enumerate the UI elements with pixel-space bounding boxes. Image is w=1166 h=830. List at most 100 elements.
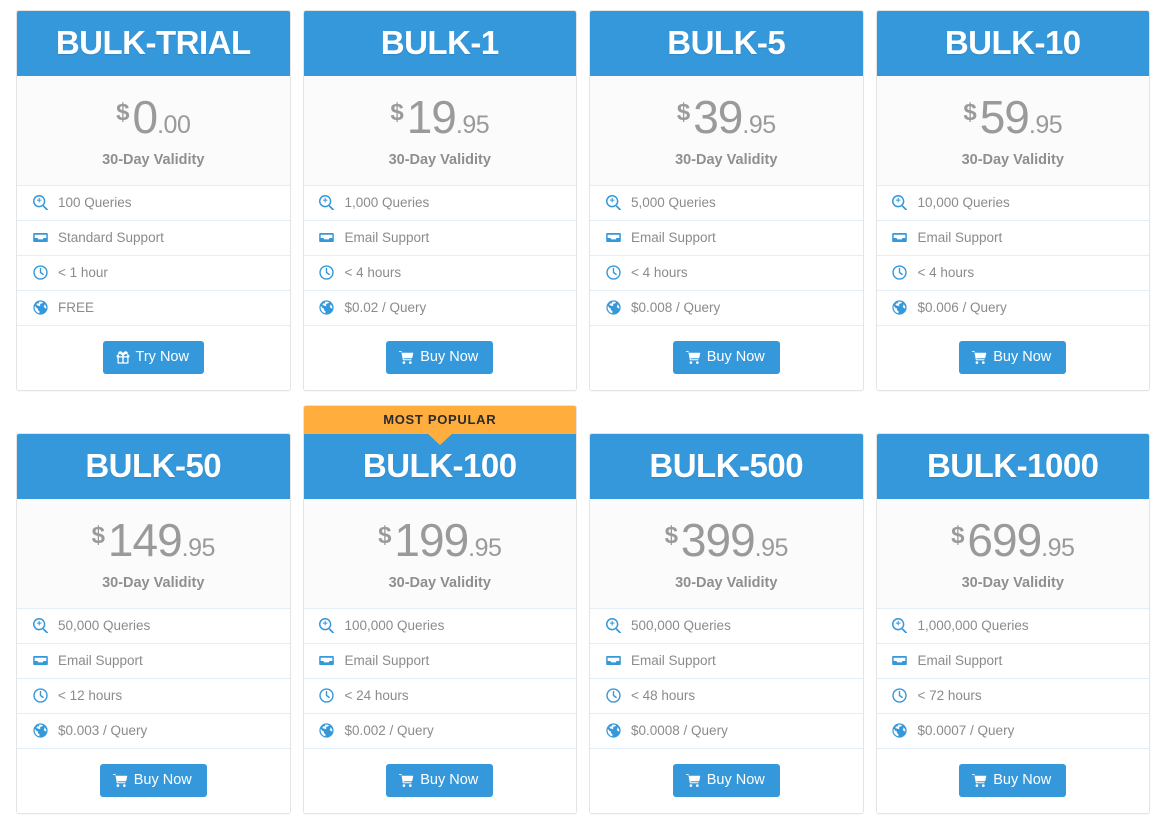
plan-feature-label: Email Support [58, 653, 143, 669]
pricing-column: BULK-1000 $699.95 30-Day Validity 1,000,000… [870, 391, 1157, 815]
buy-now-button[interactable]: Buy Now [672, 763, 780, 798]
plan-feature-label: Email Support [344, 653, 430, 669]
plan-feature-row: Email Support [590, 221, 863, 256]
buy-now-button[interactable]: Buy Now [386, 340, 494, 375]
price-currency: $ [91, 521, 105, 549]
pricing-card-bulk-50: BULK-50 $149.95 30-Day Validity 50,000 Quer… [16, 433, 291, 815]
price-currency: $ [390, 98, 404, 126]
plan-feature-label: Email Support [344, 230, 430, 246]
plan-feature-row: 500,000 Queries [590, 609, 863, 644]
plan-feature-list: 100,000 Queries Email Support < 24 hours $0… [303, 609, 576, 749]
plan-title: BULK-10 [876, 11, 1149, 76]
plan-feature-list: 1,000,000 Queries Email Support < 72 hours… [876, 609, 1149, 749]
shopping-cart-icon [399, 773, 414, 788]
clock-icon [890, 265, 910, 280]
plan-feature-list: 50,000 Queries Email Support < 12 hours $0.… [17, 609, 290, 749]
search-plus-icon [890, 195, 910, 211]
plan-feature-row: FREE [17, 291, 290, 326]
plan-feature-label: FREE [58, 300, 95, 316]
plan-feature-row: Email Support [876, 644, 1149, 679]
price-currency: $ [116, 98, 130, 126]
plan-validity: 30-Day Validity [102, 151, 205, 168]
plan-feature-row: $0.002 / Query [303, 714, 576, 749]
buy-now-button[interactable]: Buy Now [386, 763, 494, 798]
plan-feature-row: < 4 hours [303, 256, 576, 291]
try-now-button[interactable]: Try Now [102, 340, 204, 375]
plan-title: BULK-1 [303, 11, 576, 76]
price-integer: 19 [406, 90, 457, 143]
plan-feature-row: 50,000 Queries [17, 609, 290, 644]
cta-label: Buy Now [133, 771, 192, 788]
price-decimal: .95 [468, 533, 502, 562]
plan-feature-row: $0.0008 / Query [590, 714, 863, 749]
plan-feature-row: 1,000,000 Queries [876, 609, 1149, 644]
price-integer: 0 [132, 90, 159, 143]
buy-now-button[interactable]: Buy Now [959, 340, 1067, 375]
plan-feature-row: Email Support [303, 644, 576, 679]
plan-footer: Buy Now [303, 325, 576, 391]
plan-feature-label: $0.003 / Query [58, 723, 148, 739]
plan-feature-list: 5,000 Queries Email Support < 4 hours $0.00… [590, 186, 863, 326]
buy-now-button[interactable]: Buy Now [959, 763, 1067, 798]
plan-feature-label: $0.006 / Query [917, 300, 1007, 316]
buy-now-button[interactable]: Buy Now [672, 340, 780, 375]
plan-feature-label: $0.0007 / Query [917, 723, 1015, 739]
plan-feature-list: 10,000 Queries Email Support < 4 hours $0.0… [876, 186, 1149, 326]
shopping-cart-icon [685, 350, 701, 365]
plan-price-block: $699.95 30-Day Validity [876, 498, 1149, 609]
price-decimal: .95 [742, 110, 776, 139]
plan-footer: Buy Now [876, 325, 1149, 391]
inbox-icon [317, 653, 337, 668]
plan-price: $699.95 [883, 517, 1144, 563]
pricing-card-bulk-1000: BULK-1000 $699.95 30-Day Validity 1,000,000… [875, 433, 1150, 815]
plan-footer: Buy Now [590, 325, 863, 391]
plan-title: BULK-1000 [876, 434, 1149, 499]
pricing-column: MOST POPULAR BULK-100 $199.95 30-Day Validi… [297, 391, 584, 815]
plan-feature-row: Email Support [17, 644, 290, 679]
plan-price-block: $149.95 30-Day Validity [17, 498, 290, 609]
plan-price: $59.95 [883, 94, 1144, 140]
pricing-card-bulk-5: BULK-5 $39.95 30-Day Validity 5,000 Queries… [589, 10, 864, 392]
plan-feature-label: Email Support [917, 230, 1003, 246]
inbox-icon [890, 230, 910, 245]
plan-title: BULK-500 [590, 434, 863, 499]
plan-feature-label: 500,000 Queries [631, 618, 731, 634]
plan-footer: Buy Now [17, 748, 290, 814]
most-popular-label: MOST POPULAR [383, 412, 497, 428]
plan-feature-row: 5,000 Queries [590, 186, 863, 221]
pricing-column: BULK-500 $399.95 30-Day Validity 500,000 Qu… [583, 391, 870, 815]
cta-label: Try Now [135, 348, 189, 365]
plan-feature-label: < 4 hours [631, 265, 688, 281]
plan-feature-row: $0.02 / Query [303, 291, 576, 326]
plan-feature-label: $0.0008 / Query [631, 723, 728, 739]
plan-feature-row: 100,000 Queries [303, 609, 576, 644]
plan-feature-row: 100 Queries [17, 186, 290, 221]
plan-price-block: $19.95 30-Day Validity [303, 75, 576, 186]
search-plus-icon [30, 195, 50, 211]
plan-feature-label: $0.02 / Query [344, 300, 427, 316]
inbox-icon [30, 653, 50, 668]
search-plus-icon [317, 195, 337, 211]
shopping-cart-icon [972, 773, 987, 788]
globe-icon [603, 723, 623, 738]
plan-footer: Buy Now [590, 748, 863, 814]
plan-price-block: $39.95 30-Day Validity [590, 75, 863, 186]
plan-feature-label: < 72 hours [917, 688, 982, 704]
plan-feature-row: 1,000 Queries [303, 186, 576, 221]
buy-now-button[interactable]: Buy Now [99, 763, 207, 798]
cta-label: Buy Now [706, 771, 765, 788]
price-integer: 149 [107, 513, 183, 566]
plan-price-block: $399.95 30-Day Validity [590, 498, 863, 609]
plan-feature-label: Standard Support [58, 230, 164, 246]
plan-feature-list: 1,000 Queries Email Support < 4 hours $0.02… [303, 186, 576, 326]
plan-feature-label: 1,000 Queries [344, 195, 430, 211]
price-currency: $ [664, 521, 678, 549]
inbox-icon [30, 230, 50, 245]
plan-price: $149.95 [23, 517, 284, 563]
plan-price: $39.95 [596, 94, 857, 140]
globe-icon [317, 723, 337, 738]
cta-label: Buy Now [420, 771, 479, 788]
search-plus-icon [890, 618, 910, 634]
most-popular-badge: MOST POPULAR [303, 406, 576, 446]
plan-feature-row: < 24 hours [303, 679, 576, 714]
